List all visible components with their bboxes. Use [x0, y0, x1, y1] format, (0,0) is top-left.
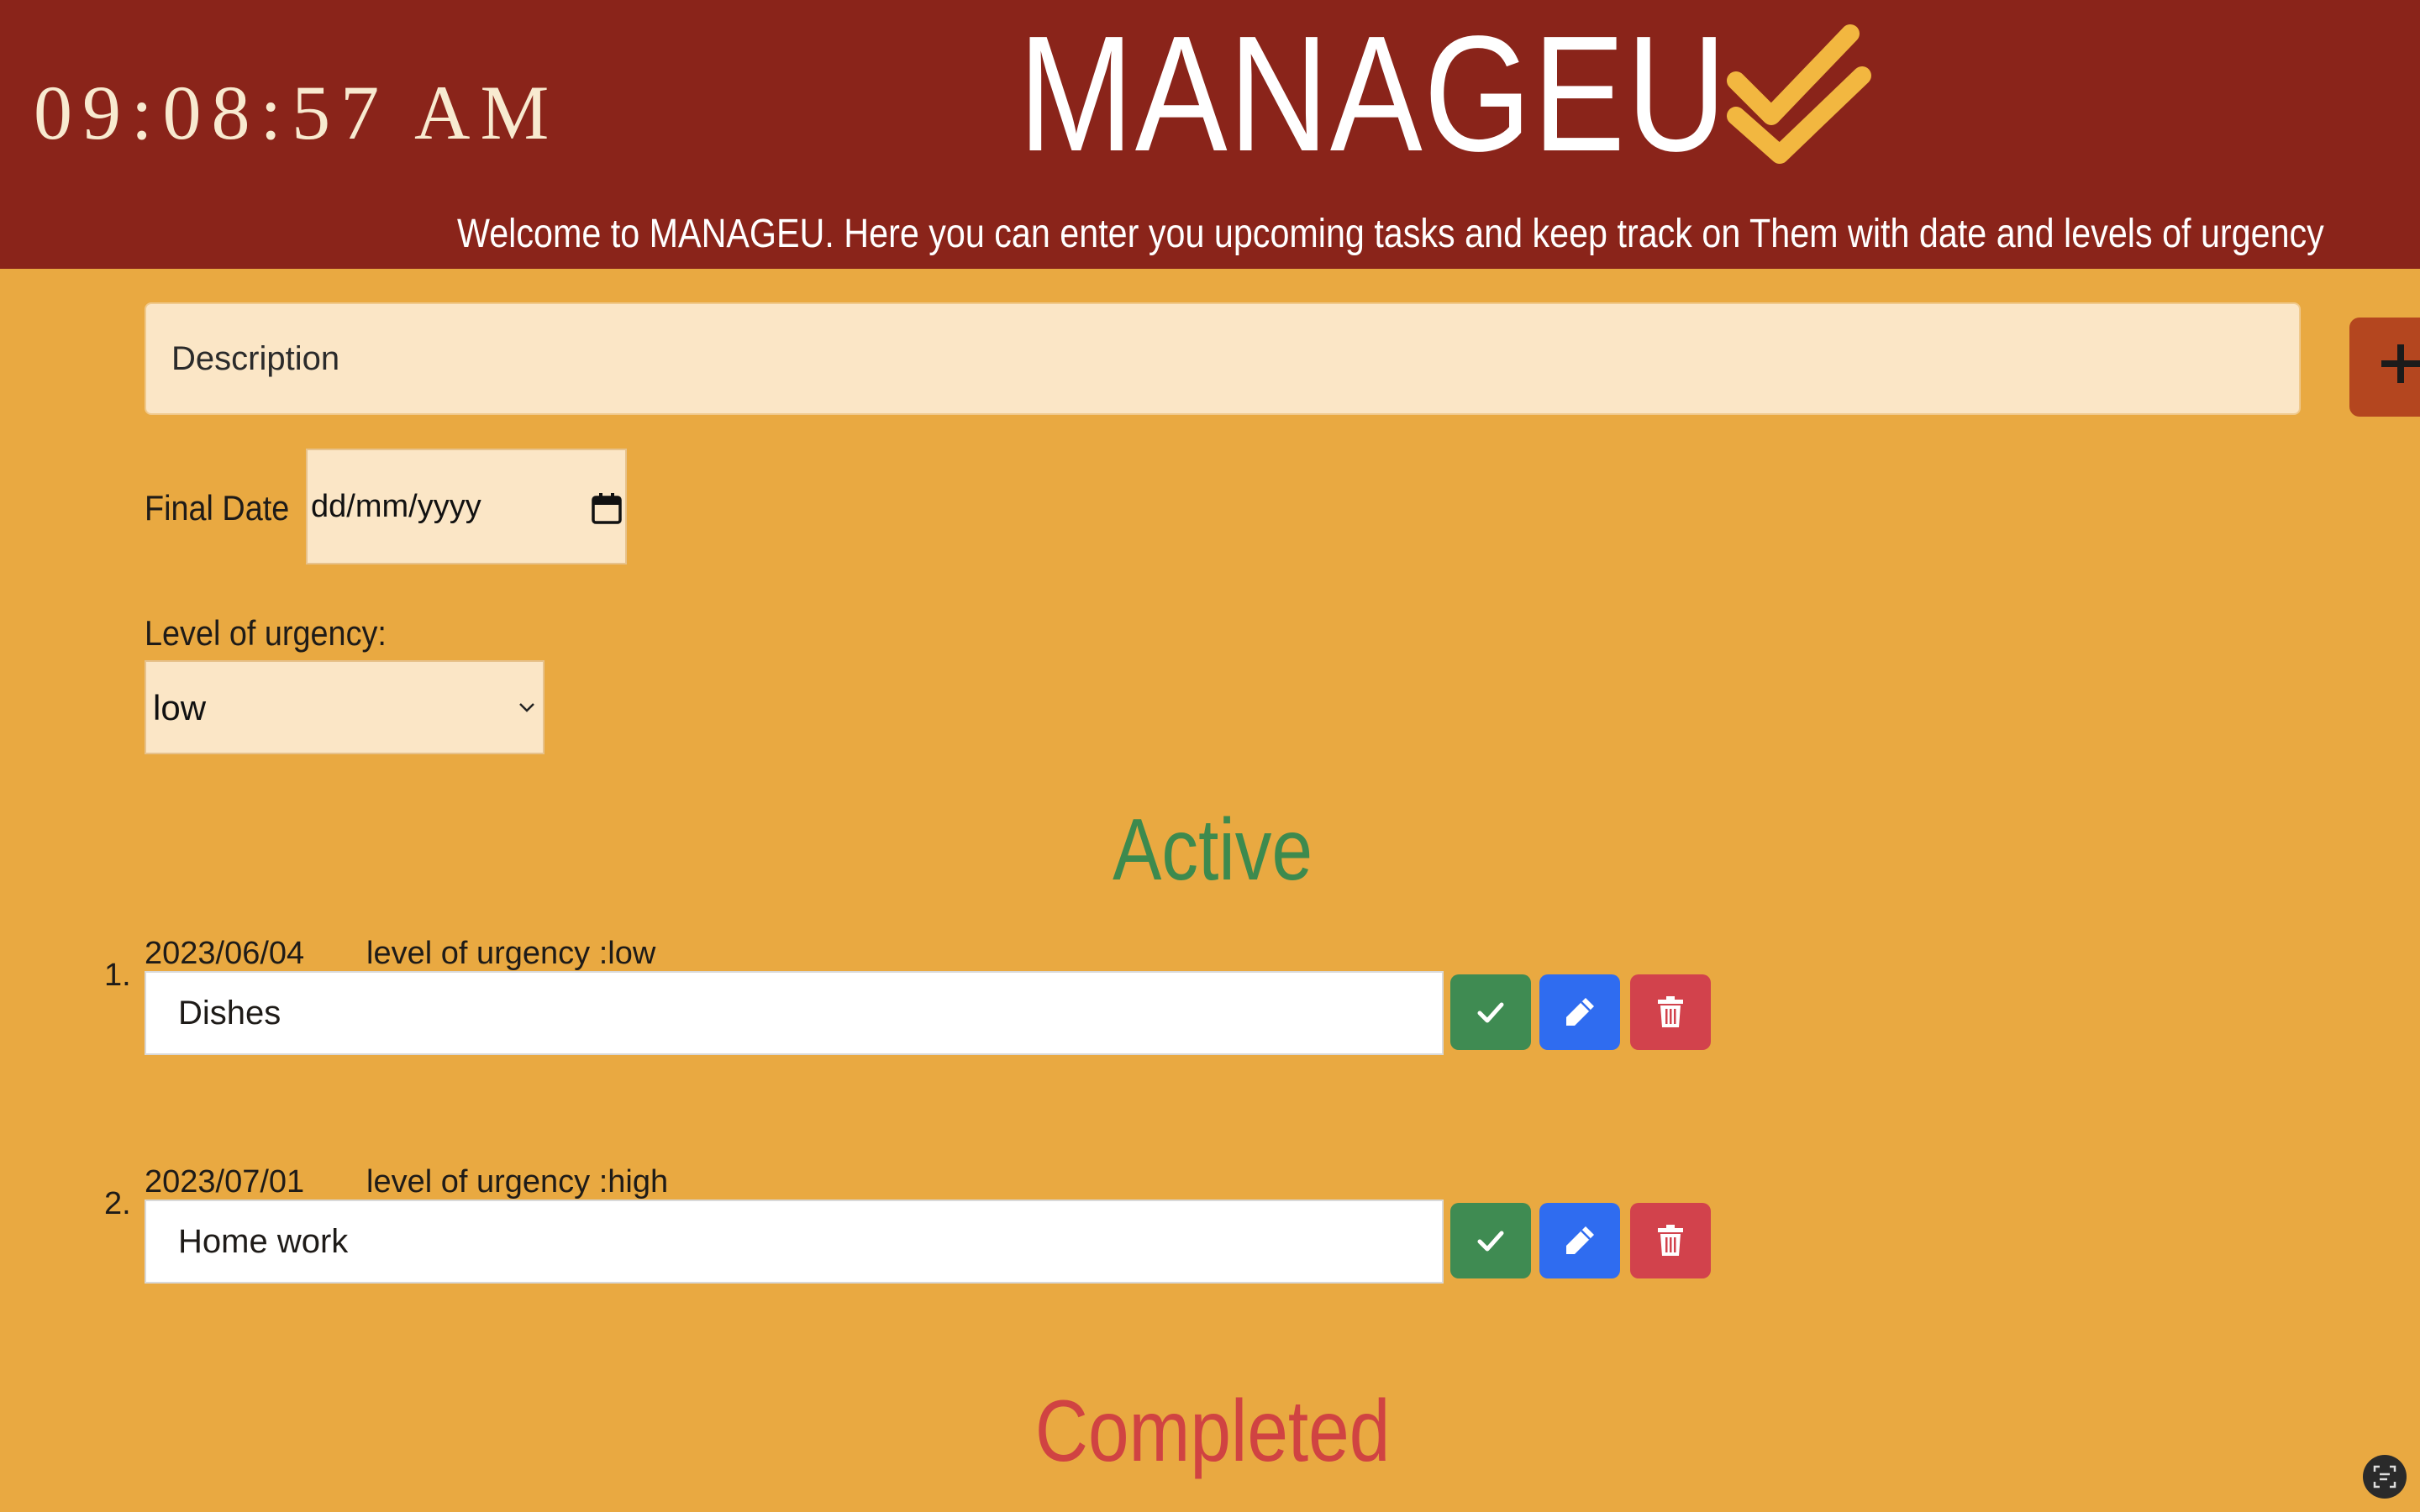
pencil-icon	[1566, 1226, 1594, 1254]
edit-task-button[interactable]	[1539, 1203, 1620, 1278]
task-item: 2. 2023/07/01 level of urgency :high Hom…	[0, 1159, 1765, 1327]
double-check-icon	[1727, 24, 1871, 164]
welcome-marquee: Welcome to MANAGEU. Here you can enter y…	[457, 212, 2324, 256]
calendar-icon[interactable]	[592, 492, 622, 524]
urgency-select[interactable]: low	[145, 660, 544, 754]
final-date-label: Final Date	[145, 488, 290, 528]
trash-icon	[1658, 1225, 1683, 1256]
urgency-label: Level of urgency:	[145, 613, 387, 653]
active-section-title: Active	[1113, 801, 1313, 899]
plus-icon	[2381, 344, 2420, 383]
task-number: 1.	[104, 958, 131, 993]
final-date-value: dd/mm/yyyy	[311, 489, 481, 524]
brand-title: MANAGEU	[1018, 2, 1728, 186]
complete-task-button[interactable]	[1450, 974, 1531, 1050]
task-urgency: level of urgency :low	[366, 936, 656, 971]
delete-task-button[interactable]	[1630, 974, 1711, 1050]
brand: MANAGEU	[1018, 2, 1871, 186]
task-date: 2023/06/04	[145, 936, 305, 971]
final-date-input[interactable]: dd/mm/yyyy	[306, 449, 627, 564]
trash-icon	[1658, 996, 1683, 1027]
add-task-button[interactable]	[2349, 318, 2420, 417]
complete-task-button[interactable]	[1450, 1203, 1531, 1278]
task-number: 2.	[104, 1186, 131, 1221]
edit-task-button[interactable]	[1539, 974, 1620, 1050]
urgency-selected-value: low	[153, 688, 207, 727]
check-icon	[1477, 1231, 1504, 1252]
app-header: 09:08:57 AM MANAGEU Welcome to MANAGEU. …	[0, 0, 2420, 269]
pencil-icon	[1566, 998, 1594, 1026]
task-date: 2023/07/01	[145, 1164, 305, 1200]
completed-section-title: Completed	[1034, 1383, 1391, 1480]
text-scan-icon[interactable]	[2363, 1455, 2407, 1499]
description-input[interactable]	[145, 302, 2301, 415]
clock: 09:08:57 AM	[34, 70, 560, 155]
scan-glyph	[2373, 1465, 2396, 1488]
task-text-field[interactable]: Dishes	[145, 971, 1444, 1055]
check-icon	[1477, 1002, 1504, 1023]
chevron-down-icon	[519, 703, 534, 712]
delete-task-button[interactable]	[1630, 1203, 1711, 1278]
task-item: 1. 2023/06/04 level of urgency :low Dish…	[0, 931, 1765, 1099]
task-text-field[interactable]: Home work	[145, 1200, 1444, 1284]
task-urgency: level of urgency :high	[366, 1164, 669, 1200]
